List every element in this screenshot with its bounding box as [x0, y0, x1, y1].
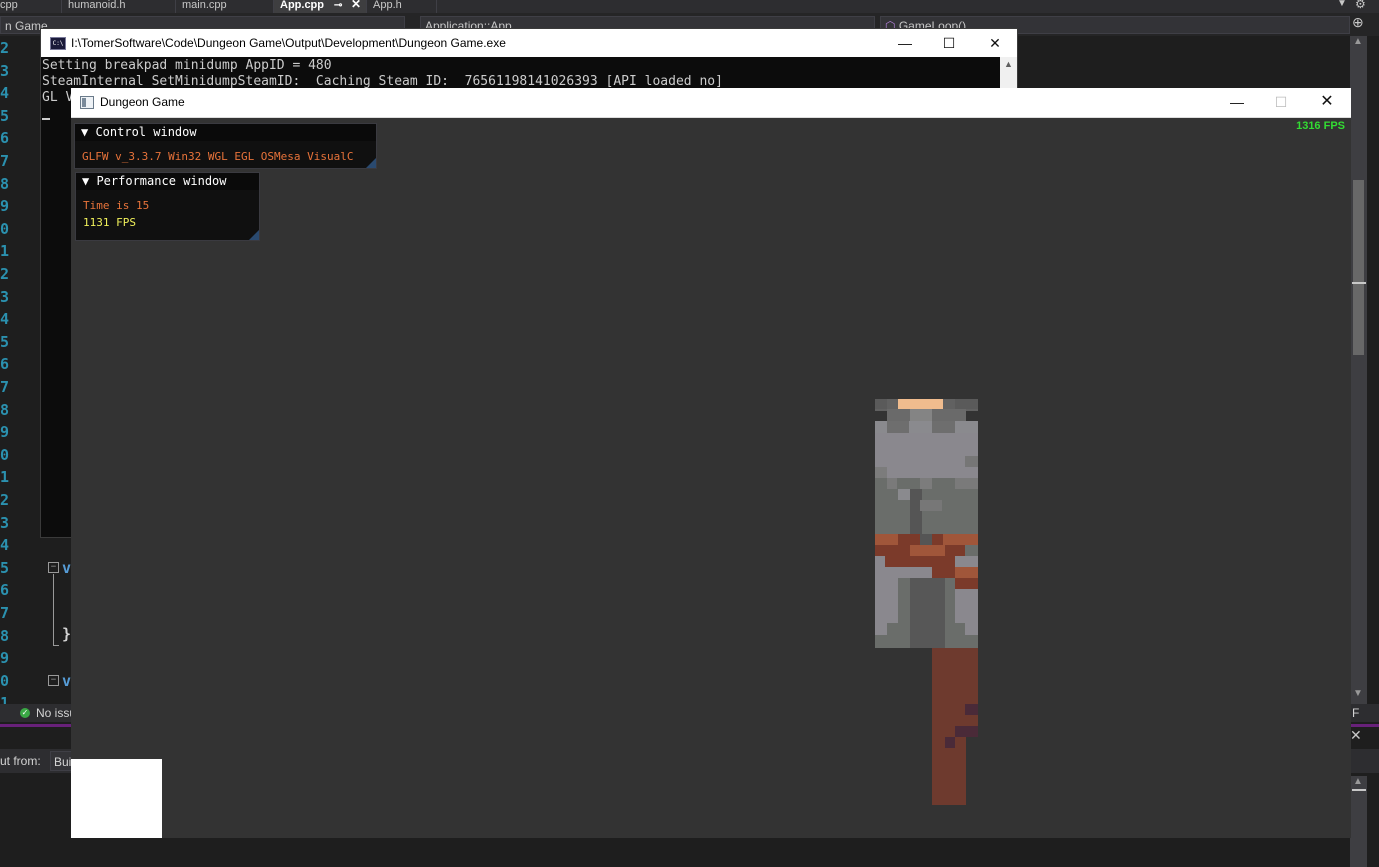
control-window-title[interactable]: ▼ Control window [75, 124, 376, 141]
line-number: 4 [0, 84, 10, 103]
tab-humanoid-h[interactable]: humanoid.h [62, 0, 176, 13]
line-number: 4 [0, 536, 10, 555]
line-number: 8 [0, 400, 10, 419]
game-window-title: Dungeon Game [100, 95, 185, 109]
line-number: 9 [0, 423, 10, 442]
tab-dropdown-icon[interactable]: ▼ [1337, 0, 1347, 9]
fps-readout: 1131 FPS [83, 216, 136, 229]
performance-window[interactable]: ▼ Performance window Time is 15 1131 FPS [75, 172, 260, 241]
white-quad [71, 759, 162, 838]
tab-main-cpp[interactable]: main.cpp [176, 0, 274, 13]
editor-scroll-thumb[interactable] [1353, 180, 1364, 355]
output-from-label: ut from: [0, 754, 41, 768]
game-titlebar[interactable]: Dungeon Game — ☐ ✕ [71, 88, 1351, 118]
pin-icon[interactable]: ⊸ [334, 0, 342, 11]
line-number: 2 [0, 39, 10, 57]
line-number: 9 [0, 649, 10, 668]
close-button[interactable]: ✕ [1305, 88, 1349, 116]
line-number: 0 [0, 445, 10, 464]
caret-position-marker [1352, 282, 1366, 284]
line-number: 3 [0, 513, 10, 532]
line-number-gutter: 234567890123456789012345678901 [0, 36, 40, 712]
outline-guide [53, 574, 54, 646]
line-number: 8 [0, 626, 10, 645]
close-tab-icon[interactable]: ✕ [351, 0, 361, 10]
scroll-up-icon[interactable]: ▲ [1353, 36, 1363, 47]
glfw-version-text: GLFW v_3.3.7 Win32 WGL EGL OSMesa Visual… [82, 150, 354, 163]
line-number: 1 [0, 242, 10, 261]
line-number: 1 [0, 468, 10, 487]
gear-icon[interactable]: ⚙ [1355, 0, 1366, 11]
scroll-down-icon[interactable]: ▼ [1353, 688, 1363, 699]
performance-window-title[interactable]: ▼ Performance window [76, 173, 259, 190]
window-app-icon [80, 96, 94, 109]
line-number: 3 [0, 61, 10, 80]
close-panel-icon[interactable]: ✕ [1350, 727, 1362, 744]
maximize-button[interactable]: ☐ [927, 29, 971, 57]
split-editor-icon[interactable]: ⊕ [1352, 14, 1364, 31]
scroll-up-icon[interactable]: ▲ [1353, 776, 1363, 787]
line-number: 5 [0, 558, 10, 577]
resize-grip[interactable] [249, 230, 259, 240]
code-keyword: v [62, 672, 72, 690]
output-source-value: Bui [54, 755, 72, 769]
tab-cpp[interactable]: cpp [0, 0, 62, 13]
line-number: 5 [0, 332, 10, 351]
outline-guide-end [53, 645, 59, 646]
line-number: 5 [0, 106, 10, 125]
minimize-button[interactable]: — [1215, 88, 1259, 116]
console-cursor [42, 118, 50, 120]
line-number: 2 [0, 265, 10, 283]
ide-tab-strip: cpp humanoid.h main.cpp App.cpp ⊸ ✕ App.… [0, 0, 1379, 13]
check-icon: ✓ [20, 708, 30, 718]
console-title: I:\TomerSoftware\Code\Dungeon Game\Outpu… [71, 36, 506, 50]
line-number: 0 [0, 671, 10, 690]
scroll-up-icon[interactable]: ▲ [1004, 59, 1013, 69]
game-window[interactable]: Dungeon Game — ☐ ✕ 1316 FPS ▼ Control wi… [71, 88, 1351, 838]
tab-label: humanoid.h [68, 0, 126, 11]
line-number: 7 [0, 378, 10, 396]
line-number: 3 [0, 287, 10, 306]
minimize-button[interactable]: — [883, 29, 927, 57]
code-brace: } [62, 625, 72, 643]
line-number: 6 [0, 129, 10, 148]
line-number: 8 [0, 174, 10, 193]
tab-label: App.h [373, 0, 402, 11]
maximize-button[interactable]: ☐ [1259, 88, 1303, 116]
time-readout: Time is 15 [83, 199, 150, 212]
line-number: 2 [0, 491, 10, 509]
tab-label: cpp [0, 0, 18, 11]
tab-label: App.cpp [280, 0, 324, 11]
console-titlebar[interactable]: C:\ I:\TomerSoftware\Code\Dungeon Game\O… [41, 29, 1017, 57]
status-letter: F [1352, 706, 1360, 720]
code-keyword: v [62, 559, 72, 577]
collapse-toggle[interactable]: − [48, 675, 59, 686]
editor-scrollbar[interactable] [1350, 36, 1367, 704]
control-window[interactable]: ▼ Control window GLFW v_3.3.7 Win32 WGL … [74, 123, 377, 169]
console-line: Setting breakpad minidump AppID = 480 [42, 58, 332, 73]
line-number: 6 [0, 355, 10, 374]
line-number: 0 [0, 219, 10, 238]
fps-counter: 1316 FPS [1296, 120, 1345, 132]
resize-grip[interactable] [366, 158, 376, 168]
tab-label: main.cpp [182, 0, 227, 11]
tab-app-cpp[interactable]: App.cpp ⊸ ✕ [274, 0, 367, 13]
line-number: 9 [0, 197, 10, 216]
tab-app-h[interactable]: App.h [367, 0, 437, 13]
issues-status[interactable]: No issu [36, 704, 76, 722]
command-prompt-icon: C:\ [50, 37, 66, 50]
line-number: 6 [0, 581, 10, 600]
output-scroll-marker [1352, 789, 1366, 791]
line-number: 7 [0, 152, 10, 170]
line-number: 4 [0, 310, 10, 329]
close-button[interactable]: ✕ [973, 29, 1017, 57]
line-number: 7 [0, 604, 10, 622]
collapse-toggle[interactable]: − [48, 562, 59, 573]
character-sprite [875, 399, 978, 805]
